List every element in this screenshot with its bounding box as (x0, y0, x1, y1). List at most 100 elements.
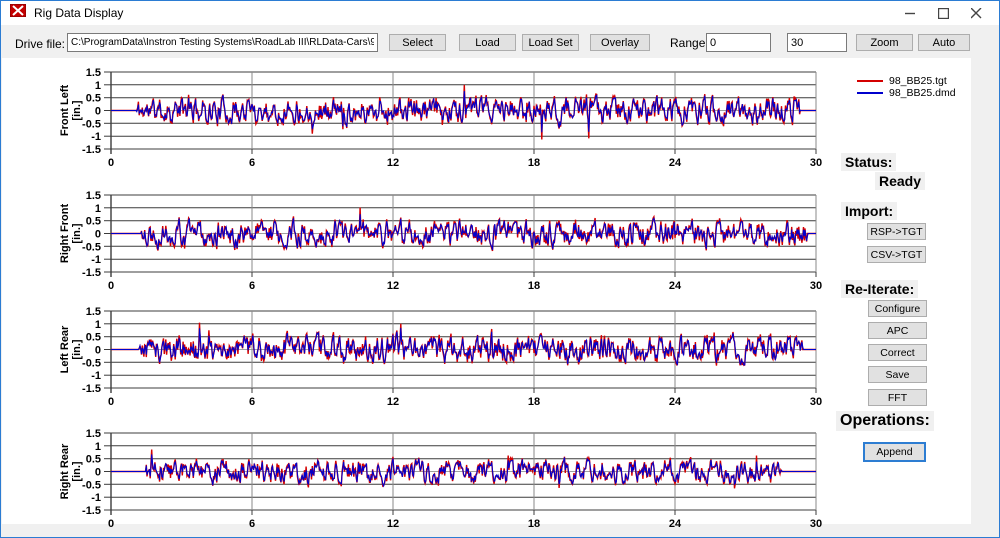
svg-text:6: 6 (249, 396, 255, 408)
apc-button[interactable]: APC (868, 322, 927, 339)
svg-text:0.5: 0.5 (86, 454, 101, 466)
svg-text:-1.5: -1.5 (82, 383, 101, 395)
svg-text:Right Rear[in.]: Right Rear[in.] (59, 443, 83, 499)
svg-text:18: 18 (528, 280, 540, 292)
svg-text:18: 18 (528, 518, 540, 530)
svg-text:1.5: 1.5 (86, 190, 101, 202)
svg-text:24: 24 (669, 157, 682, 169)
svg-text:-0.5: -0.5 (82, 357, 101, 369)
range-to-input[interactable] (787, 33, 847, 52)
svg-text:-1: -1 (91, 254, 101, 266)
svg-text:0: 0 (108, 518, 114, 530)
svg-text:24: 24 (669, 396, 682, 408)
svg-text:24: 24 (669, 518, 682, 530)
svg-text:Left Rear[in.]: Left Rear[in.] (59, 325, 83, 373)
svg-text:0.5: 0.5 (86, 216, 101, 228)
svg-text:0: 0 (95, 467, 101, 479)
tgt-line-swatch-icon (857, 80, 883, 82)
operations-label: Operations: (836, 411, 934, 431)
svg-text:0: 0 (95, 106, 101, 118)
svg-text:0: 0 (95, 229, 101, 241)
svg-text:-1.5: -1.5 (82, 505, 101, 517)
svg-text:6: 6 (249, 280, 255, 292)
svg-text:12: 12 (387, 396, 399, 408)
svg-text:18: 18 (528, 157, 540, 169)
svg-text:6: 6 (249, 518, 255, 530)
drive-file-input[interactable] (67, 33, 378, 52)
svg-text:1.5: 1.5 (86, 306, 101, 318)
chart-right-rear[interactable]: 1.510.50-0.5-1-1.50612182430Right Rear[i… (31, 422, 831, 538)
import-label: Import: (841, 202, 897, 220)
dmd-line-swatch-icon (857, 92, 883, 94)
status-label: Status: (841, 153, 896, 171)
reiterate-label: Re-Iterate: (841, 280, 918, 298)
legend-item-dmd: 98_BB25.dmd (857, 87, 956, 99)
load-button[interactable]: Load (459, 34, 516, 51)
window-title: Rig Data Display (34, 6, 123, 20)
svg-text:12: 12 (387, 518, 399, 530)
maximize-icon (938, 8, 949, 19)
svg-text:24: 24 (669, 280, 682, 292)
svg-text:0: 0 (108, 157, 114, 169)
overlay-button[interactable]: Overlay (590, 34, 650, 51)
close-button[interactable] (960, 1, 993, 25)
legend-label-dmd: 98_BB25.dmd (889, 87, 956, 99)
svg-text:Right Front[in.]: Right Front[in.] (59, 204, 83, 264)
svg-text:0: 0 (108, 396, 114, 408)
close-icon (971, 8, 982, 19)
append-button[interactable]: Append (863, 442, 926, 462)
chart-right-front[interactable]: 1.510.50-0.5-1-1.50612182430Right Front[… (31, 184, 831, 307)
svg-text:0.5: 0.5 (86, 93, 101, 105)
svg-text:-0.5: -0.5 (82, 241, 101, 253)
drive-file-label: Drive file: (15, 37, 65, 51)
svg-text:30: 30 (810, 518, 822, 530)
maximize-button[interactable] (927, 1, 960, 25)
svg-text:0.5: 0.5 (86, 332, 101, 344)
svg-text:1: 1 (95, 319, 101, 331)
range-from-input[interactable] (706, 33, 771, 52)
svg-text:1: 1 (95, 80, 101, 92)
save-button[interactable]: Save (868, 366, 927, 383)
svg-text:0: 0 (95, 345, 101, 357)
svg-text:0: 0 (108, 280, 114, 292)
status-value: Ready (875, 172, 925, 190)
svg-text:30: 30 (810, 157, 822, 169)
rsp-to-tgt-button[interactable]: RSP->TGT (867, 223, 926, 240)
svg-text:30: 30 (810, 280, 822, 292)
app-window: Rig Data Display Drive file: Select Load… (0, 0, 1000, 538)
svg-text:1: 1 (95, 203, 101, 215)
chart-legend: 98_BB25.tgt 98_BB25.dmd (857, 75, 956, 99)
svg-text:1: 1 (95, 441, 101, 453)
titlebar: Rig Data Display (1, 1, 999, 25)
zoom-button[interactable]: Zoom (856, 34, 913, 51)
svg-text:1.5: 1.5 (86, 67, 101, 79)
chart-left-rear[interactable]: 1.510.50-0.5-1-1.50612182430Left Rear[in… (31, 300, 831, 423)
configure-button[interactable]: Configure (868, 300, 927, 317)
correct-button[interactable]: Correct (868, 344, 927, 361)
window-controls (894, 1, 993, 25)
svg-text:-1: -1 (91, 370, 101, 382)
select-button[interactable]: Select (389, 34, 446, 51)
svg-text:-1: -1 (91, 131, 101, 143)
app-icon (10, 4, 26, 22)
svg-text:30: 30 (810, 396, 822, 408)
load-set-button[interactable]: Load Set (522, 34, 579, 51)
auto-button[interactable]: Auto (918, 34, 970, 51)
chart-front-left[interactable]: 1.510.50-0.5-1-1.50612182430Front Left[i… (31, 61, 831, 184)
legend-label-tgt: 98_BB25.tgt (889, 75, 947, 87)
svg-text:18: 18 (528, 396, 540, 408)
minimize-button[interactable] (894, 1, 927, 25)
svg-text:-1: -1 (91, 492, 101, 504)
svg-text:-1.5: -1.5 (82, 267, 101, 279)
csv-to-tgt-button[interactable]: CSV->TGT (867, 246, 926, 263)
svg-text:6: 6 (249, 157, 255, 169)
fft-button[interactable]: FFT (868, 389, 927, 406)
svg-text:-0.5: -0.5 (82, 479, 101, 491)
svg-text:12: 12 (387, 280, 399, 292)
svg-text:12: 12 (387, 157, 399, 169)
svg-text:1.5: 1.5 (86, 428, 101, 440)
toolbar: Drive file: Select Load Load Set Overlay… (1, 25, 999, 58)
minimize-icon (905, 8, 916, 19)
legend-item-tgt: 98_BB25.tgt (857, 75, 956, 87)
svg-text:Front Left[in.]: Front Left[in.] (59, 85, 83, 137)
